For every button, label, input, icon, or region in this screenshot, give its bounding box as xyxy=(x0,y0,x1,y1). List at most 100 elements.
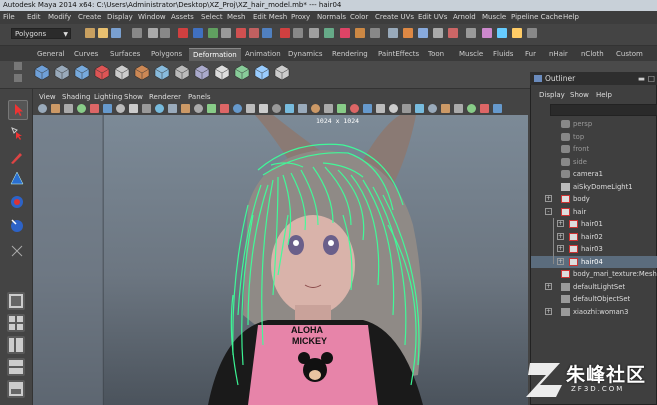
toolbar-button-14[interactable] xyxy=(280,28,290,38)
panel-tool-34-icon[interactable] xyxy=(467,104,476,113)
minimize-icon[interactable]: ▬ xyxy=(638,72,645,85)
panel-tool-16-icon[interactable] xyxy=(233,104,242,113)
point-on-curve-icon[interactable] xyxy=(253,63,271,81)
toolbar-button-9[interactable] xyxy=(208,28,218,38)
shelf-tab-animation[interactable]: Animation xyxy=(241,48,285,60)
shelf-tab-nhair[interactable]: nHair xyxy=(545,48,572,60)
panel-menu-panels[interactable]: Panels xyxy=(188,92,211,102)
outliner-item-hair[interactable]: - hair xyxy=(531,206,657,219)
toolbar-button-4[interactable] xyxy=(132,28,142,38)
outliner-item-defaultobjectset[interactable]: defaultObjectSet xyxy=(531,293,657,306)
squash-icon[interactable] xyxy=(133,63,151,81)
outliner-item-camera1[interactable]: camera1 xyxy=(531,168,657,181)
shelf-tab-custom[interactable]: Custom xyxy=(612,48,647,60)
paint-select-tool-icon[interactable] xyxy=(8,148,26,166)
panel-tool-7-icon[interactable] xyxy=(116,104,125,113)
expand-icon[interactable]: + xyxy=(545,307,552,315)
expand-icon[interactable]: + xyxy=(557,245,564,252)
panel-menu-lighting[interactable]: Lighting xyxy=(94,92,122,102)
panel-tool-19-icon[interactable] xyxy=(272,104,281,113)
toolbar-button-10[interactable] xyxy=(221,28,231,38)
toolbar-button-18[interactable] xyxy=(340,28,350,38)
outliner-item-top[interactable]: top xyxy=(531,131,657,144)
panel-tool-24-icon[interactable] xyxy=(337,104,346,113)
four-pane-layout-icon[interactable] xyxy=(7,314,25,332)
shelf-tab-rendering[interactable]: Rendering xyxy=(328,48,372,60)
panel-tool-5-icon[interactable] xyxy=(90,104,99,113)
panel-tool-9-icon[interactable] xyxy=(142,104,151,113)
select-tool-icon[interactable] xyxy=(8,100,28,120)
menu-edit-mesh[interactable]: Edit Mesh xyxy=(253,11,287,24)
panel-tool-25-icon[interactable] xyxy=(350,104,359,113)
toolbar-button-29[interactable] xyxy=(512,28,522,38)
menu-modify[interactable]: Modify xyxy=(48,11,71,24)
menu-display[interactable]: Display xyxy=(107,11,133,24)
menu-muscle[interactable]: Muscle xyxy=(482,11,506,24)
menu-proxy[interactable]: Proxy xyxy=(291,11,310,24)
sine-icon[interactable] xyxy=(113,63,131,81)
panel-tool-27-icon[interactable] xyxy=(376,104,385,113)
shelf-tab-fluids[interactable]: Fluids xyxy=(489,48,517,60)
outliner-item-side[interactable]: side xyxy=(531,156,657,169)
panel-tool-31-icon[interactable] xyxy=(428,104,437,113)
panel-tool-36-icon[interactable] xyxy=(493,104,502,113)
panel-tool-23-icon[interactable] xyxy=(324,104,333,113)
shelf-tab-toon[interactable]: Toon xyxy=(424,48,448,60)
toolbar-button-22[interactable] xyxy=(403,28,413,38)
outliner-item-defaultlightset[interactable]: + defaultLightSet xyxy=(531,281,657,294)
menu-window[interactable]: Window xyxy=(138,11,166,24)
menu-color[interactable]: Color xyxy=(350,11,368,24)
expand-icon[interactable]: + xyxy=(557,220,564,227)
panel-tool-28-icon[interactable] xyxy=(389,104,398,113)
panel-tool-4-icon[interactable] xyxy=(77,104,86,113)
wrinkle-icon[interactable] xyxy=(233,63,251,81)
panel-tool-1-icon[interactable] xyxy=(38,104,47,113)
toolbar-button-30[interactable] xyxy=(527,28,537,38)
menu-help[interactable]: Help xyxy=(563,11,579,24)
toolbar-button-12[interactable] xyxy=(249,28,259,38)
menu-select[interactable]: Select xyxy=(201,11,223,24)
toolbar-button-25[interactable] xyxy=(448,28,458,38)
toolbar-button-5[interactable] xyxy=(148,28,158,38)
panel-tool-26-icon[interactable] xyxy=(363,104,372,113)
shelf-tab-ncloth[interactable]: nCloth xyxy=(577,48,608,60)
outliner-menu-display[interactable]: Display xyxy=(539,91,565,99)
outliner-menu-show[interactable]: Show xyxy=(570,91,589,99)
scale-tool-icon[interactable] xyxy=(8,216,26,234)
toolbar-button-1[interactable] xyxy=(85,28,95,38)
panel-tool-10-icon[interactable] xyxy=(155,104,164,113)
shelf-tab-painteffects[interactable]: PaintEffects xyxy=(374,48,423,60)
panel-tool-22-icon[interactable] xyxy=(311,104,320,113)
menu-create[interactable]: Create xyxy=(78,11,101,24)
panel-menu-show[interactable]: Show xyxy=(124,92,143,102)
move-tool-icon[interactable] xyxy=(8,170,26,188)
lattice-icon[interactable] xyxy=(33,63,51,81)
toolbar-button-11[interactable] xyxy=(236,28,246,38)
toolbar-button-23[interactable] xyxy=(418,28,428,38)
shelf-tab-fur[interactable]: Fur xyxy=(521,48,540,60)
flare-icon[interactable] xyxy=(93,63,111,81)
toolbar-button-24[interactable] xyxy=(433,28,443,38)
panel-tool-18-icon[interactable] xyxy=(259,104,268,113)
outliner-item-front[interactable]: front xyxy=(531,143,657,156)
expand-icon[interactable]: + xyxy=(545,282,552,290)
outliner-item-persp[interactable]: persp xyxy=(531,118,657,131)
shelf-tab-general[interactable]: General xyxy=(33,48,69,60)
panel-tool-11-icon[interactable] xyxy=(168,104,177,113)
shelf-options-icon[interactable] xyxy=(14,62,22,70)
shelf-tab-dynamics[interactable]: Dynamics xyxy=(284,48,327,60)
menu-pipeline-cache[interactable]: Pipeline Cache xyxy=(511,11,562,24)
menu-file[interactable]: File xyxy=(3,11,15,24)
toolbar-button-16[interactable] xyxy=(309,28,319,38)
wave-icon[interactable] xyxy=(173,63,191,81)
shelf-tab-surfaces[interactable]: Surfaces xyxy=(106,48,144,60)
sculpt-icon[interactable] xyxy=(193,63,211,81)
panel-menu-view[interactable]: View xyxy=(39,92,56,102)
expand-icon[interactable]: + xyxy=(545,195,552,202)
panel-tool-3-icon[interactable] xyxy=(64,104,73,113)
menu-assets[interactable]: Assets xyxy=(171,11,194,24)
cluster-icon[interactable] xyxy=(53,63,71,81)
toolbar-button-13[interactable] xyxy=(262,28,272,38)
toolbar-button-6[interactable] xyxy=(160,28,170,38)
panel-tool-8-icon[interactable] xyxy=(129,104,138,113)
